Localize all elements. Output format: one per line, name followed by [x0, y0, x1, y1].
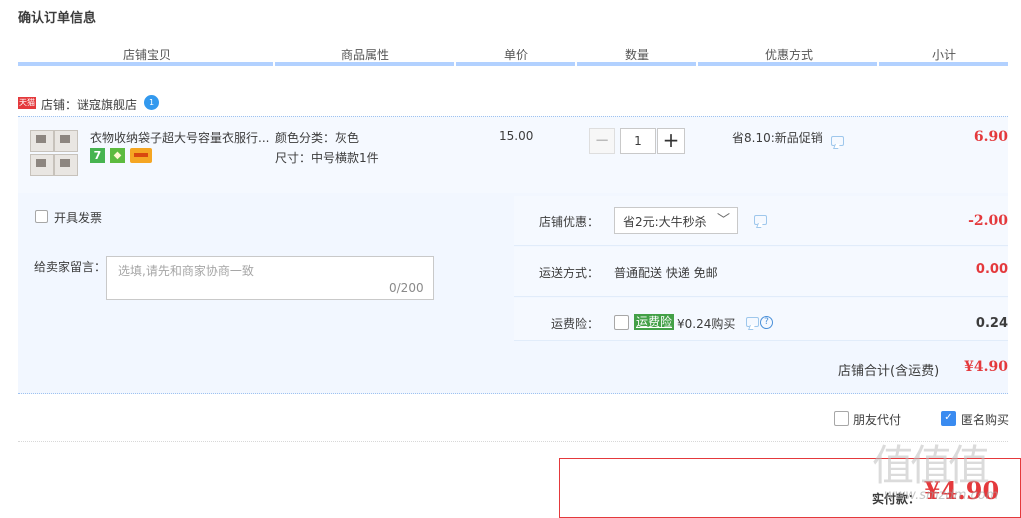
section-divider [18, 441, 1008, 442]
invoice-label: 开具发票 [54, 211, 103, 225]
message-label: 给卖家留言： [34, 260, 107, 274]
product-attribute-color: 颜色分类：灰色 [275, 131, 360, 145]
tmall-icon: 天猫 [18, 97, 36, 109]
quantity-increase-button[interactable]: + [657, 128, 685, 154]
discount-comment-icon[interactable] [754, 215, 767, 225]
watermark-logo: 值值值 [872, 441, 990, 490]
insurance-comment-icon[interactable] [746, 317, 759, 327]
wangwang-chat-icon[interactable]: 1 [144, 95, 159, 110]
seven-day-return-icon: 7 [90, 148, 105, 163]
column-header-attributes: 商品属性 [340, 48, 389, 62]
header-divider [18, 62, 273, 66]
header-divider [275, 62, 454, 66]
shop-discount-selected: 省2元:大牛秒杀 [623, 215, 707, 229]
column-header-price: 单价 [503, 48, 528, 62]
promotion-comment-icon[interactable] [831, 136, 844, 146]
insurance-label: 运费险： [551, 317, 600, 331]
shop-total-value: ¥4.90 [964, 359, 1008, 375]
shop-total-label: 店铺合计(含运费) [838, 364, 940, 379]
shop-name-link[interactable]: 店铺：谜寇旗舰店 [41, 96, 137, 113]
column-header-subtotal: 小计 [931, 48, 956, 62]
help-icon[interactable]: ? [760, 316, 773, 329]
item-subtotal: 6.90 [973, 129, 1008, 145]
product-thumbnail[interactable] [28, 128, 78, 178]
insurance-price: ¥0.24购买 [677, 317, 736, 331]
unit-price: 15.00 [499, 129, 534, 143]
header-divider [879, 62, 1008, 66]
friend-pay-checkbox[interactable] [834, 411, 849, 426]
product-attribute-size: 尺寸：中号横款1件 [275, 151, 379, 165]
shop-discount-label: 店铺优惠： [539, 215, 600, 229]
promotion-text: 省8.10:新品促销 [732, 131, 823, 145]
chevron-down-icon: ﹀ [717, 213, 731, 228]
column-header-discount: 优惠方式 [764, 48, 813, 62]
shop-discount-value: -2.00 [968, 213, 1008, 229]
credit-card-icon [130, 148, 152, 163]
insurance-value: 0.24 [975, 316, 1008, 331]
shipping-label: 运送方式： [539, 266, 600, 280]
anonymous-purchase-checkbox[interactable] [941, 411, 956, 426]
message-char-count: 0/200 [389, 281, 424, 295]
guarantee-shield-icon: ◆ [110, 148, 125, 163]
shipping-fee: 0.00 [975, 262, 1008, 277]
product-title-link[interactable]: 衣物收纳袋子超大号容量衣服行... [90, 129, 270, 146]
friend-pay-label: 朋友代付 [853, 413, 902, 427]
header-divider [698, 62, 877, 66]
order-item-row [18, 116, 1008, 194]
insurance-checkbox[interactable] [614, 315, 629, 330]
quantity-input[interactable]: 1 [620, 128, 656, 154]
column-header-item: 店铺宝贝 [122, 48, 171, 62]
column-header-quantity: 数量 [624, 48, 649, 62]
invoice-checkbox[interactable] [35, 210, 48, 223]
header-divider [577, 62, 696, 66]
anonymous-purchase-label: 匿名购买 [961, 413, 1010, 427]
watermark-url: www.smzdm.com [884, 488, 999, 503]
quantity-decrease-button[interactable]: − [589, 128, 615, 154]
header-divider [456, 62, 575, 66]
shipping-method: 普通配送 快递 免邮 [614, 266, 718, 280]
insurance-tag: 运费险 [634, 314, 675, 330]
seller-message-placeholder: 选填,请先和商家协商一致 [118, 264, 254, 278]
page-title: 确认订单信息 [18, 11, 97, 26]
